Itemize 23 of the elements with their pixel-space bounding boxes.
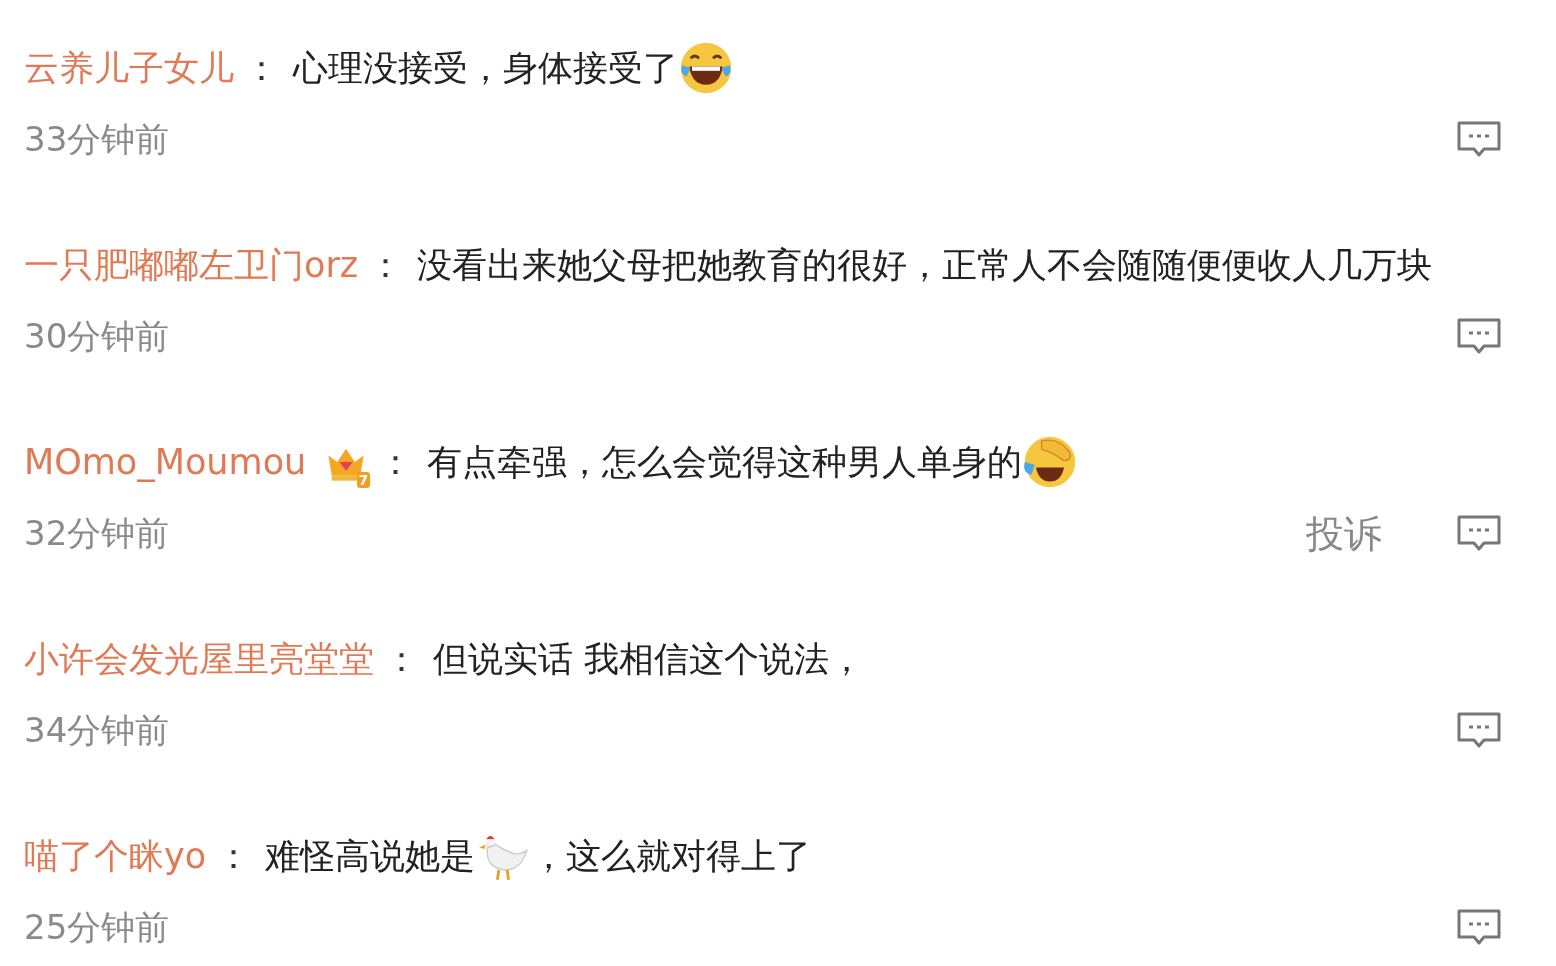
comment-text: 但说实话 我相信这个说法， <box>433 637 865 681</box>
username-link[interactable]: 喵了个眯yo <box>24 832 207 880</box>
timestamp: 34分钟前 <box>24 709 170 752</box>
comment-text: 难怪高说她是 <box>265 834 476 878</box>
comment-text: 有点牵强，怎么会觉得这种男人单身的 <box>427 440 1023 484</box>
colon-separator: ： <box>368 243 404 287</box>
comment-text: ，这么就对得上了 <box>531 834 812 878</box>
colon-separator: ： <box>384 637 419 681</box>
username-link[interactable]: 一只肥嘟嘟左卫门orz <box>24 241 359 289</box>
timestamp: 33分钟前 <box>24 118 170 161</box>
username-link[interactable]: 小许会发光屋里亮堂堂 <box>24 635 374 683</box>
tears-of-joy-emoji-icon <box>678 40 734 96</box>
colon-separator: ： <box>244 46 279 90</box>
report-link[interactable]: 投诉 <box>1306 508 1382 560</box>
colon-separator: ： <box>378 440 414 484</box>
comment-text: 心理没接受，身体接受了 <box>293 46 678 90</box>
timestamp: 32分钟前 <box>24 512 170 555</box>
colon-separator: ： <box>216 834 252 878</box>
username-link[interactable]: MOmo_Moumou <box>24 442 307 482</box>
timestamp: 25分钟前 <box>24 906 170 949</box>
username-link[interactable]: 云养儿子女儿 <box>24 44 234 92</box>
timestamp: 30分钟前 <box>24 315 170 358</box>
comment-text: 没看出来她父母把她教育的很好，正常人不会随随便便收人几万块 <box>417 243 1433 287</box>
